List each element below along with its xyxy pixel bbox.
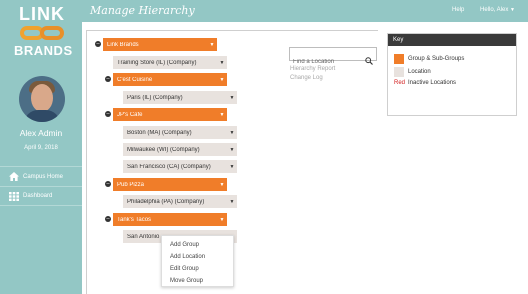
node-label: Pub Pizza — [117, 181, 145, 188]
node-label: Milwaukee (WI) (Company) — [127, 146, 200, 153]
search-icon[interactable] — [365, 50, 373, 65]
menu-item-move-group[interactable]: Move Group — [162, 275, 233, 287]
main-content: − Link Brands ▼ Training Store (IL) (Com… — [82, 22, 528, 294]
chevron-down-icon[interactable]: ▼ — [217, 217, 227, 223]
brand-logo[interactable]: LINK BRANDS — [14, 4, 73, 63]
home-icon — [9, 172, 19, 181]
sidebar-item-dashboard[interactable]: Dashboard — [0, 186, 82, 206]
chevron-down-icon[interactable]: ▼ — [227, 147, 237, 153]
chevron-down-icon[interactable]: ▼ — [207, 42, 217, 48]
key-row-location: Location — [394, 67, 431, 77]
chevron-down-icon[interactable]: ▼ — [227, 130, 237, 136]
chevron-down-icon: ▼ — [510, 7, 515, 13]
avatar[interactable] — [19, 76, 65, 122]
sidebar-item-label: Campus Home — [23, 173, 64, 180]
chain-link-icon — [20, 24, 64, 44]
collapse-toggle-icon[interactable]: − — [105, 216, 111, 222]
node-label: Tank's Tacos — [117, 216, 152, 223]
key-row-inactive: Red Inactive Locations — [394, 80, 456, 86]
hierarchy-report-link[interactable]: Hierarchy Report — [290, 66, 335, 72]
logo-text-top: LINK — [19, 4, 65, 24]
key-row-group: Group & Sub-Groups — [394, 54, 464, 64]
node-label: Philadelphia (PA) (Company) — [127, 198, 205, 205]
hierarchy-tree: − Link Brands ▼ Training Store (IL) (Com… — [86, 30, 378, 294]
inactive-color-label: Red — [394, 80, 406, 86]
sidebar: LINK BRANDS Alex Admin April 9, 2018 Cam… — [0, 0, 82, 294]
chevron-down-icon[interactable]: ▼ — [227, 199, 237, 205]
key-panel: Key Group & Sub-Groups Location Red Inac… — [387, 33, 517, 116]
sidebar-item-campus-home[interactable]: Campus Home — [0, 166, 82, 186]
node-label: San Francisco (CA) (Company) — [127, 163, 211, 170]
collapse-toggle-icon[interactable]: − — [105, 76, 111, 82]
key-label: Group & Sub-Groups — [408, 56, 465, 62]
menu-item-add-location[interactable]: Add Location — [162, 251, 233, 263]
chevron-down-icon[interactable]: ▼ — [217, 60, 227, 66]
logo-text-bottom: BRANDS — [14, 43, 73, 58]
tree-node-group[interactable]: Pub Pizza ▼ — [113, 178, 227, 191]
user-name: Alex Admin — [19, 128, 63, 138]
key-label: Inactive Locations — [408, 80, 457, 86]
user-date: April 9, 2018 — [24, 145, 58, 151]
sidebar-item-label: Dashboard — [23, 193, 53, 199]
change-log-link[interactable]: Change Log — [290, 75, 323, 81]
tree-node-location[interactable]: Paris (IL) (Company) ▼ — [123, 91, 237, 104]
user-menu-label: Hello, Alex — [480, 7, 509, 13]
user-menu[interactable]: Hello, Alex ▼ — [480, 7, 515, 13]
chevron-down-icon[interactable]: ▼ — [227, 164, 237, 170]
node-label: Paris (IL) (Company) — [127, 94, 183, 101]
collapse-toggle-icon[interactable]: − — [105, 111, 111, 117]
top-bar: Manage Hierarchy Help Hello, Alex ▼ — [82, 0, 528, 22]
group-swatch — [394, 54, 404, 64]
key-label: Location — [408, 69, 431, 75]
chevron-down-icon[interactable]: ▼ — [227, 95, 237, 101]
node-label: Boston (MA) (Company) — [127, 129, 192, 136]
tree-node-location[interactable]: Milwaukee (WI) (Company) ▼ — [123, 143, 237, 156]
grid-icon — [9, 191, 19, 201]
tree-node-location[interactable]: Training Store (IL) (Company) ▼ — [113, 56, 227, 69]
chevron-down-icon[interactable]: ▼ — [217, 77, 227, 83]
node-label: Link Brands — [107, 41, 139, 48]
menu-item-edit-group[interactable]: Edit Group — [162, 263, 233, 275]
chevron-down-icon[interactable]: ▼ — [217, 182, 227, 188]
collapse-toggle-icon[interactable]: − — [95, 41, 101, 47]
location-swatch — [394, 67, 404, 77]
tree-node-group[interactable]: Tank's Tacos ▼ — [113, 213, 227, 226]
tree-node-group[interactable]: C'est Cuisine ▼ — [113, 73, 227, 86]
key-title: Key — [388, 34, 516, 46]
chevron-down-icon[interactable]: ▼ — [217, 112, 227, 118]
page-title: Manage Hierarchy — [90, 4, 195, 17]
app: LINK BRANDS Alex Admin April 9, 2018 Cam… — [0, 0, 528, 294]
tree-node-location[interactable]: Boston (MA) (Company) ▼ — [123, 126, 237, 139]
location-search — [289, 47, 377, 68]
tree-node-location[interactable]: Philadelphia (PA) (Company) ▼ — [123, 195, 237, 208]
tree-node-location[interactable]: San Francisco (CA) (Company) ▼ — [123, 160, 237, 173]
tree-node-root[interactable]: Link Brands ▼ — [103, 38, 217, 51]
collapse-toggle-icon[interactable]: − — [105, 181, 111, 187]
node-label: JP's Cafe — [117, 111, 143, 118]
node-label: C'est Cuisine — [117, 76, 153, 83]
menu-item-add-group[interactable]: Add Group — [162, 239, 233, 251]
help-link[interactable]: Help — [452, 7, 464, 13]
node-label: Training Store (IL) (Company) — [117, 59, 197, 66]
tree-node-group[interactable]: JP's Cafe ▼ — [113, 108, 227, 121]
context-menu: Add Group Add Location Edit Group Move G… — [161, 235, 234, 287]
sidebar-nav: Campus Home Dashboard — [0, 166, 82, 206]
